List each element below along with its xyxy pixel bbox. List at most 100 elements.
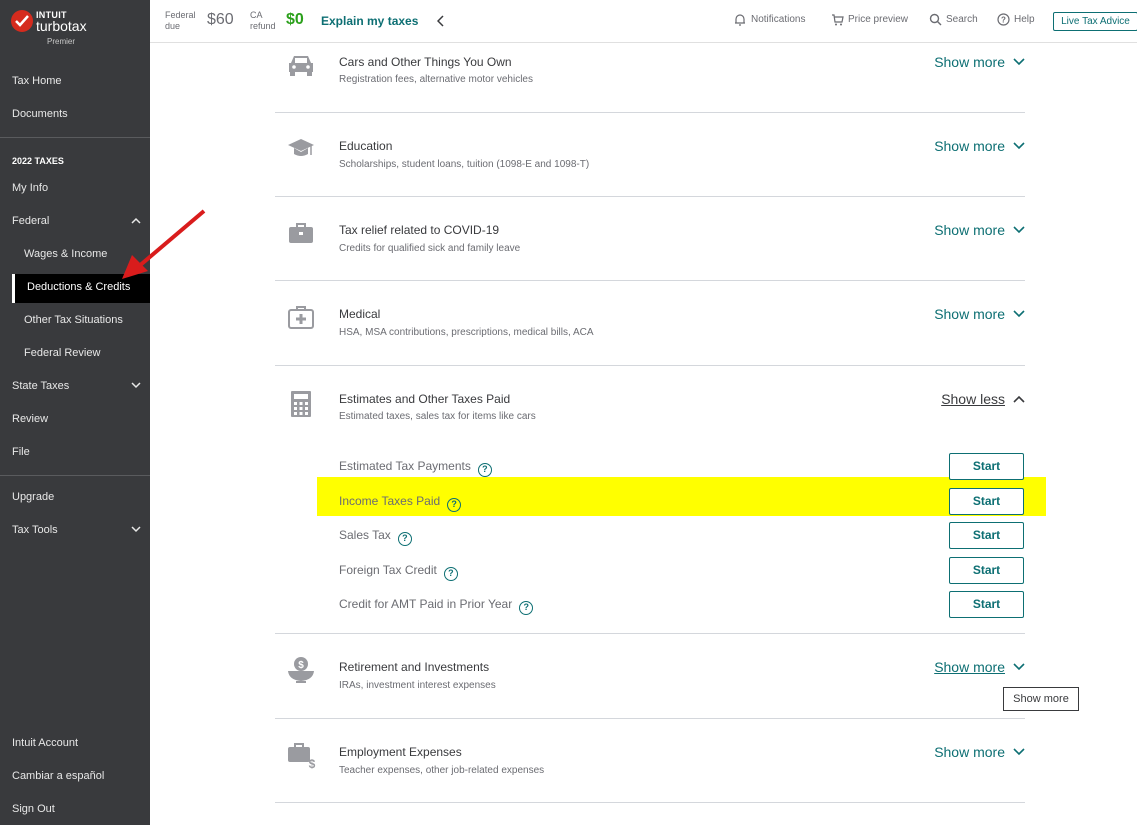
sidebar-item-intuit-account[interactable]: Intuit Account: [0, 730, 150, 756]
medical-kit-icon: [288, 306, 314, 329]
toggle-label: Show more: [934, 744, 1005, 760]
sidebar-item-tax-tools[interactable]: Tax Tools: [0, 517, 150, 543]
sidebar-item-label: Federal: [12, 215, 50, 227]
show-more-toggle[interactable]: Show more: [934, 54, 1025, 70]
show-more-toggle[interactable]: Show more: [934, 744, 1025, 760]
sidebar-item-upgrade[interactable]: Upgrade: [0, 484, 150, 510]
show-more-toggle[interactable]: Show more: [934, 659, 1025, 675]
help-label: Help: [1014, 14, 1035, 25]
show-more-toggle[interactable]: Show more: [934, 222, 1025, 238]
sidebar-item-label: State Taxes: [12, 380, 70, 392]
sidebar-divider: [0, 475, 150, 476]
chevron-down-icon: [1013, 142, 1025, 150]
start-amt-credit-button[interactable]: Start: [949, 591, 1024, 618]
sidebar-item-language[interactable]: Cambiar a español: [0, 763, 150, 789]
svg-text:$: $: [309, 757, 316, 769]
category-row-education: Education Scholarships, student loans, t…: [275, 113, 1025, 197]
graduation-cap-icon: [288, 139, 314, 156]
chevron-down-icon: [1013, 748, 1025, 756]
category-subtitle: Credits for qualified sick and family le…: [339, 243, 521, 254]
top-bar: Federal due $60 CA refund $0 Explain my …: [150, 0, 1137, 43]
start-foreign-tax-credit-button[interactable]: Start: [949, 557, 1024, 584]
help-icon[interactable]: ?: [477, 463, 492, 477]
start-sales-tax-button[interactable]: Start: [949, 522, 1024, 549]
toggle-label: Show more: [934, 138, 1005, 154]
calculator-icon: [291, 391, 311, 417]
sidebar-item-documents[interactable]: Documents: [0, 101, 150, 127]
item-label-text: Estimated Tax Payments: [339, 459, 471, 473]
price-preview-link[interactable]: Price preview: [832, 14, 908, 26]
category-subtitle: IRAs, investment interest expenses: [339, 680, 496, 691]
federal-due-amount[interactable]: $60: [207, 11, 234, 29]
briefcase-dollar-icon: $: [288, 743, 316, 769]
category-subtitle: Teacher expenses, other job-related expe…: [339, 765, 545, 776]
amt-credit-label: Credit for AMT Paid in Prior Year?: [339, 597, 534, 615]
ca-label: CA: [250, 10, 263, 20]
show-more-toggle[interactable]: Show more: [934, 138, 1025, 154]
checkmark-logo-icon: [11, 10, 33, 32]
category-subtitle: Registration fees, alternative motor veh…: [339, 74, 533, 85]
svg-text:?: ?: [1001, 16, 1006, 25]
logo-turbotax-text: turbotax: [36, 18, 87, 34]
refund-label: refund: [250, 21, 276, 31]
federal-label: Federal: [165, 10, 196, 20]
sidebar-section-title: 2022 TAXES: [12, 156, 64, 166]
show-less-toggle[interactable]: Show less: [941, 391, 1025, 407]
category-row-medical: Medical HSA, MSA contributions, prescrip…: [275, 281, 1025, 366]
help-icon[interactable]: ?: [519, 601, 534, 615]
chevron-down-icon: [131, 382, 141, 389]
item-label-text: Foreign Tax Credit: [339, 563, 437, 577]
sidebar-item-federal-review[interactable]: Federal Review: [0, 340, 150, 366]
start-estimated-tax-payments-button[interactable]: Start: [949, 453, 1024, 480]
explain-my-taxes-link[interactable]: Explain my taxes: [321, 14, 418, 28]
chevron-down-icon: [131, 526, 141, 533]
item-label-text: Income Taxes Paid: [339, 494, 441, 508]
search-label: Search: [946, 14, 978, 25]
show-more-tooltip: Show more: [1003, 687, 1079, 711]
category-title: Tax relief related to COVID-19: [339, 223, 500, 237]
red-arrow-annotation: [122, 209, 206, 279]
item-label-text: Credit for AMT Paid in Prior Year: [339, 597, 513, 611]
federal-due-label: Federal due: [165, 10, 196, 32]
help-icon[interactable]: ?: [447, 498, 462, 512]
toggle-label: Show more: [934, 54, 1005, 70]
sidebar-item-tax-home[interactable]: Tax Home: [0, 68, 150, 94]
category-title: Employment Expenses: [339, 745, 462, 759]
help-icon[interactable]: ?: [443, 567, 458, 581]
search-link[interactable]: Search: [929, 13, 978, 26]
live-tax-advice-button[interactable]: Live Tax Advice: [1053, 12, 1137, 31]
category-title: Retirement and Investments: [339, 660, 490, 674]
sidebar-item-sign-out[interactable]: Sign Out: [0, 796, 150, 822]
briefcase-icon: [289, 223, 313, 243]
help-link[interactable]: ? Help: [997, 13, 1035, 26]
category-subtitle: HSA, MSA contributions, prescriptions, m…: [339, 327, 594, 338]
sidebar-item-state-taxes[interactable]: State Taxes: [0, 373, 150, 399]
notifications-label: Notifications: [751, 14, 806, 25]
sidebar-item-file[interactable]: File: [0, 439, 150, 465]
notifications-link[interactable]: Notifications: [735, 14, 806, 26]
sidebar: INTUIT turbotax Premier Tax Home Documen…: [0, 0, 150, 825]
category-title: Estimates and Other Taxes Paid: [339, 392, 511, 406]
start-income-taxes-paid-button[interactable]: Start: [949, 488, 1024, 515]
category-title: Education: [339, 139, 393, 153]
category-title: Medical: [339, 307, 381, 321]
category-subtitle: Estimated taxes, sales tax for items lik…: [339, 411, 536, 422]
chevron-left-icon[interactable]: [437, 15, 445, 27]
chevron-down-icon: [1013, 663, 1025, 671]
ca-refund-amount[interactable]: $0: [286, 11, 304, 29]
sidebar-item-review[interactable]: Review: [0, 406, 150, 432]
help-icon[interactable]: ?: [397, 532, 412, 546]
chevron-down-icon: [1013, 58, 1025, 66]
chevron-up-icon: [1013, 395, 1025, 403]
cart-icon: [832, 14, 844, 26]
chevron-down-icon: [1013, 226, 1025, 234]
ca-refund-label: CA refund: [250, 10, 276, 32]
chevron-down-icon: [1013, 310, 1025, 318]
sidebar-item-my-info[interactable]: My Info: [0, 175, 150, 201]
sidebar-item-other-tax-situations[interactable]: Other Tax Situations: [0, 307, 150, 333]
sidebar-item-label: Tax Tools: [12, 524, 58, 536]
help-circle-icon: ?: [997, 13, 1010, 26]
estimated-tax-payments-label: Estimated Tax Payments?: [339, 459, 492, 477]
sidebar-divider: [0, 137, 150, 138]
show-more-toggle[interactable]: Show more: [934, 306, 1025, 322]
